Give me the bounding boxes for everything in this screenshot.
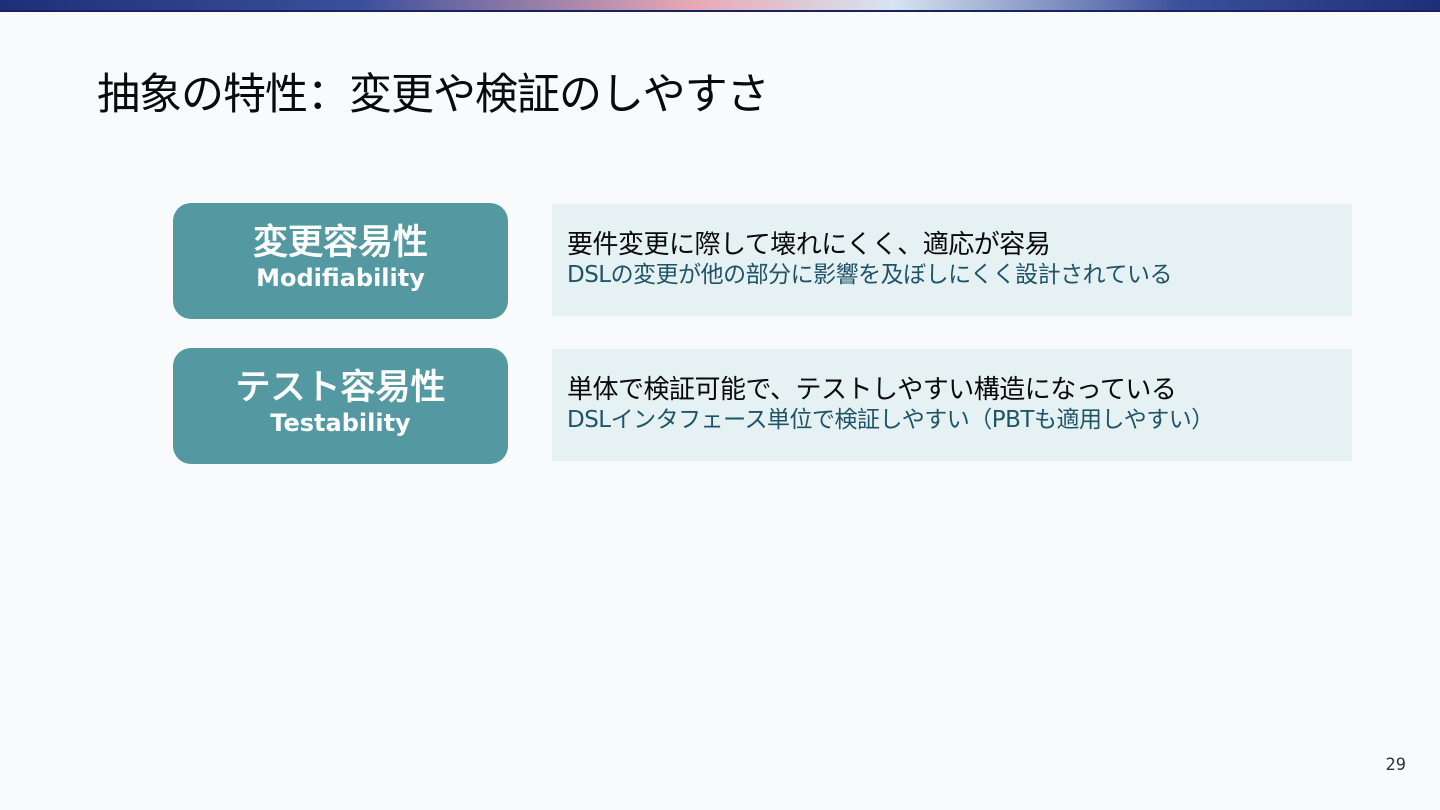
property-label-ja: テスト容易性	[235, 368, 446, 408]
slide-title: 抽象の特性：変更や検証のしやすさ	[97, 70, 770, 120]
property-description: 単体で検証可能で、テストしやすい構造になっている	[567, 375, 1177, 405]
property-label-box: 変更容易性 Modifiability	[173, 203, 508, 319]
property-detail: DSLインタフェース単位で検証しやすい（PBTも適用しやすい）	[567, 407, 1214, 433]
property-label-ja: 変更容易性	[252, 223, 428, 263]
property-description-box: 要件変更に際して壊れにくく、適応が容易 DSLの変更が他の部分に影響を及ぼしにく…	[552, 204, 1352, 316]
property-description-box: 単体で検証可能で、テストしやすい構造になっている DSLインタフェース単位で検証…	[552, 349, 1352, 461]
property-detail: DSLの変更が他の部分に影響を及ぼしにくく設計されている	[567, 262, 1172, 288]
top-gradient-bar	[0, 0, 1440, 12]
property-label-box: テスト容易性 Testability	[173, 348, 508, 464]
property-label-en: Modifiability	[256, 264, 425, 292]
property-row-testability: テスト容易性 Testability 単体で検証可能で、テストしやすい構造になっ…	[0, 348, 1440, 466]
property-label-en: Testability	[270, 409, 411, 437]
property-row-modifiability: 変更容易性 Modifiability 要件変更に際して壊れにくく、適応が容易 …	[0, 203, 1440, 321]
property-description: 要件変更に際して壊れにくく、適応が容易	[567, 230, 1051, 260]
page-number: 29	[1385, 755, 1406, 775]
